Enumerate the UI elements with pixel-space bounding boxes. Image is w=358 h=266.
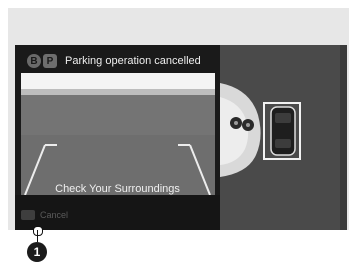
callout-pointer: [33, 226, 43, 236]
top-down-view: [220, 45, 347, 230]
status-message: Parking operation cancelled: [65, 55, 201, 67]
callout-number: 1: [27, 242, 47, 262]
brake-hold-icon: B: [27, 54, 41, 68]
parking-icon: P: [43, 54, 57, 68]
parking-display: B P Parking operation cancelled Check Yo…: [15, 45, 347, 230]
callout-leader: [37, 230, 38, 242]
cancel-label: Cancel: [40, 210, 69, 220]
cancel-key-icon: [21, 210, 35, 220]
top-view-image: [220, 45, 347, 230]
rear-camera-view: B P Parking operation cancelled Check Yo…: [15, 45, 220, 230]
check-surroundings-text: Check Your Surroundings: [55, 183, 180, 195]
cancel-control[interactable]: Cancel: [21, 210, 68, 220]
status-bar: B P Parking operation cancelled: [15, 47, 220, 75]
